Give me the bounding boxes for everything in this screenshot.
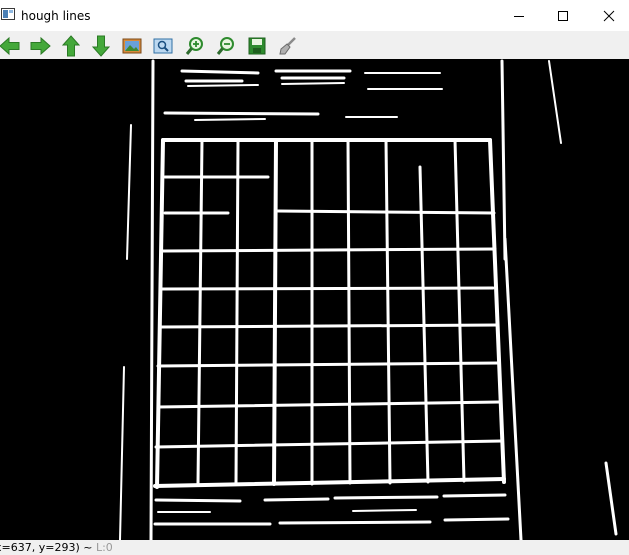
- arrow-up-icon: [61, 35, 81, 57]
- app-icon: [1, 8, 15, 20]
- arrow-right-icon: [30, 36, 51, 56]
- close-button[interactable]: [586, 0, 629, 31]
- save-icon: [248, 37, 266, 55]
- status-coords-text: x=637, y=293) ~: [0, 541, 93, 554]
- status-level: L:0: [95, 541, 113, 554]
- image-icon: [122, 38, 142, 54]
- maximize-button[interactable]: [540, 0, 586, 31]
- properties-button[interactable]: [276, 34, 300, 58]
- brush-icon: [279, 37, 296, 55]
- minimize-button[interactable]: [496, 0, 542, 31]
- window-title: hough lines: [21, 9, 91, 23]
- arrow-left-icon: [0, 36, 20, 56]
- status-bar: x=637, y=293) ~ L:0: [0, 540, 629, 555]
- close-icon: [603, 10, 615, 21]
- image-canvas[interactable]: [0, 59, 629, 542]
- hough-lines-image: [119, 59, 618, 542]
- pan-up-button[interactable]: [59, 34, 83, 58]
- zoom-picture-icon: [153, 38, 173, 54]
- status-coordinates: x=637, y=293) ~ L:0: [0, 540, 113, 555]
- arrow-down-icon: [91, 35, 111, 57]
- pan-left-button[interactable]: [0, 34, 22, 58]
- zoom-reset-button[interactable]: [120, 34, 144, 58]
- pan-right-button[interactable]: [28, 34, 52, 58]
- minimize-icon: [514, 15, 524, 17]
- save-button[interactable]: [245, 34, 269, 58]
- zoom-in-button[interactable]: [183, 34, 207, 58]
- toolbar: [0, 31, 629, 59]
- title-bar[interactable]: hough lines: [0, 0, 629, 31]
- zoom-in-icon: [185, 37, 203, 55]
- zoom-out-icon: [216, 37, 234, 55]
- zoom-fit-button[interactable]: [151, 34, 175, 58]
- image-window: hough lines x=637, y=293) ~ L:0: [0, 0, 629, 555]
- pan-down-button[interactable]: [89, 34, 113, 58]
- maximize-icon: [558, 10, 568, 21]
- zoom-out-button[interactable]: [214, 34, 238, 58]
